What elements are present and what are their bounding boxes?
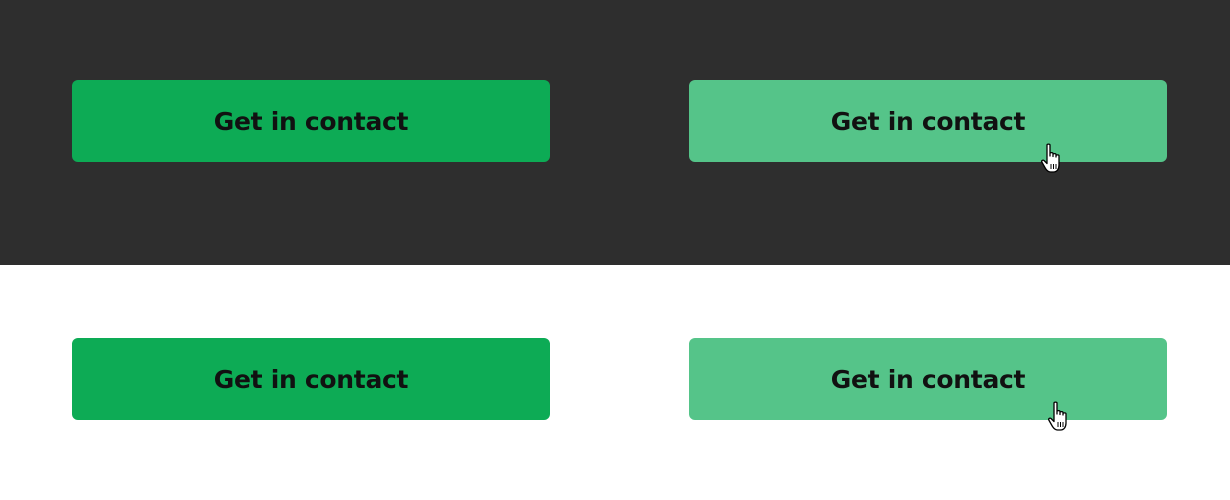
button-label: Get in contact	[830, 364, 1026, 394]
button-label: Get in contact	[830, 106, 1026, 136]
get-in-contact-button-default-light[interactable]: Get in contact	[72, 338, 550, 420]
button-label: Get in contact	[213, 364, 409, 394]
light-panel: Get in contact Get in contact	[0, 265, 1230, 500]
button-label: Get in contact	[213, 106, 409, 136]
get-in-contact-button-default-dark[interactable]: Get in contact	[72, 80, 550, 162]
get-in-contact-button-hover-dark[interactable]: Get in contact	[689, 80, 1167, 162]
get-in-contact-button-hover-light[interactable]: Get in contact	[689, 338, 1167, 420]
dark-panel: Get in contact Get in contact	[0, 0, 1230, 265]
